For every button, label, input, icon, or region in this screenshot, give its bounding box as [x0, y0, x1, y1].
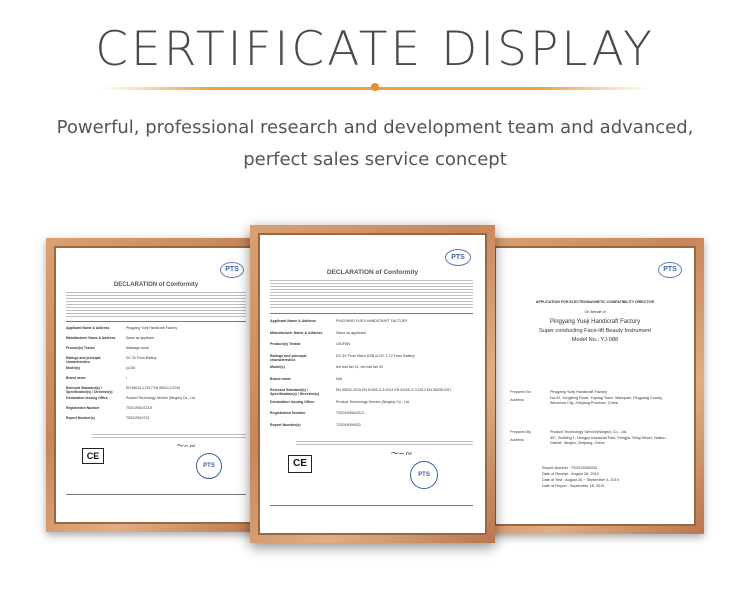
ce-mark: CE: [288, 455, 312, 473]
pts-logo-icon: PTS: [220, 262, 244, 278]
certificate-frame-center: PTS DECLARATION of Conformity Applicant …: [250, 225, 495, 543]
page-subtitle: Powerful, professional research and deve…: [56, 117, 694, 170]
certificate-frame-left: PTS DECLARATION of Conformity Applicant …: [46, 238, 266, 532]
row-value: EN 55032:2015 EN 61000-3-2:2014 EN 61000…: [336, 388, 452, 392]
row-value: led fold fan 01, led fold fan 02: [336, 365, 384, 369]
row-value: TS2019090433-C: [336, 411, 365, 415]
page-title: CERTIFICATE DISPLAY: [95, 22, 655, 77]
row-value: N/A: [336, 376, 342, 381]
row-value: TS2019010723: [126, 416, 150, 420]
row-value: Same as applicant: [126, 336, 154, 340]
certificate-frame-right: PTS APPLICATION FOR ELECTROMAGNETIC COMP…: [486, 238, 704, 534]
row-label: Ratings and principal characteristics: [66, 356, 101, 364]
intro-text: [66, 292, 246, 317]
row-label: Ratings and principal characteristics: [270, 353, 307, 362]
signature: ～∽∾: [176, 442, 195, 450]
note-text: [296, 441, 473, 445]
row-label: Model(s): [66, 366, 80, 370]
seal-stamp: PTS: [196, 453, 222, 479]
row-value: Same as applicant: [336, 330, 366, 335]
declaration-heading: DECLARATION of Conformity: [113, 282, 199, 288]
row-label: Manufacturer Name & Address: [66, 336, 116, 340]
row-label: Report Number(s): [270, 422, 301, 427]
intro-text: [270, 280, 473, 308]
seal-stamp: PTS: [410, 461, 438, 489]
row-label: Registration Number: [66, 406, 100, 410]
row-value: yj-016: [126, 366, 136, 370]
row-value: Massage comb: [126, 346, 149, 350]
row-label: Relevant Standard(s) / Specification(s) …: [66, 386, 113, 394]
row-label: Brand name: [270, 376, 291, 381]
row-value: TS2019090433: [336, 422, 361, 427]
row-value: Pingyang Yueji Handicraft Factory: [126, 326, 178, 330]
row-value: PINGYANG YUEJI HANDICRAFT FACTORY: [336, 319, 408, 323]
row-value: Product Technology Service (Ningbo) Co.,…: [336, 399, 410, 404]
declaration-heading: DECLARATION of Conformity: [326, 269, 419, 276]
ce-mark: CE: [82, 448, 104, 464]
row-value: TS2019010723-9: [126, 406, 153, 410]
row-value: /: [126, 376, 127, 380]
row-label: Product(s) Tested: [66, 346, 95, 350]
row-label: Declaration Issuing Office: [66, 396, 108, 400]
row-label: Product(s) Tested: [270, 342, 301, 346]
row-value: Product Technology Service (Ningbo) Co.,…: [126, 396, 196, 400]
row-value: DC 5V From Micro USB or DC 3.7V From Bat…: [336, 353, 415, 358]
row-label: Registration Number: [270, 411, 306, 415]
signature: ～∽∾: [390, 449, 412, 458]
certificate-paper-left: PTS DECLARATION of Conformity Applicant …: [56, 248, 256, 522]
row-label: Applicant Name & Address: [66, 326, 110, 330]
row-value: EN 55014-1:2017 EN 55014-2:2015: [126, 386, 181, 390]
certificate-paper-center: PTS DECLARATION of Conformity Applicant …: [260, 235, 485, 533]
row-label: Report Number(s): [66, 416, 95, 420]
certificate-paper-right: PTS APPLICATION FOR ELECTROMAGNETIC COMP…: [496, 248, 694, 524]
row-value: DC 3V From Battery: [126, 356, 157, 360]
row-label: Brand name: [66, 376, 86, 380]
row-label: Model(s): [270, 365, 285, 369]
row-label: Declaration Issuing Office: [270, 399, 315, 404]
row-label: Applicant Name & Address: [270, 319, 316, 323]
row-value: LEDFAN: [336, 342, 350, 346]
pts-logo-icon: PTS: [658, 262, 682, 278]
title-dot: [371, 83, 379, 91]
row-label: Relevant Standard(s) / Specification(s) …: [270, 388, 320, 396]
pts-logo-icon: PTS: [445, 249, 471, 266]
row-label: Manufacturer Name & Address: [270, 330, 323, 335]
note-text: [92, 434, 246, 438]
